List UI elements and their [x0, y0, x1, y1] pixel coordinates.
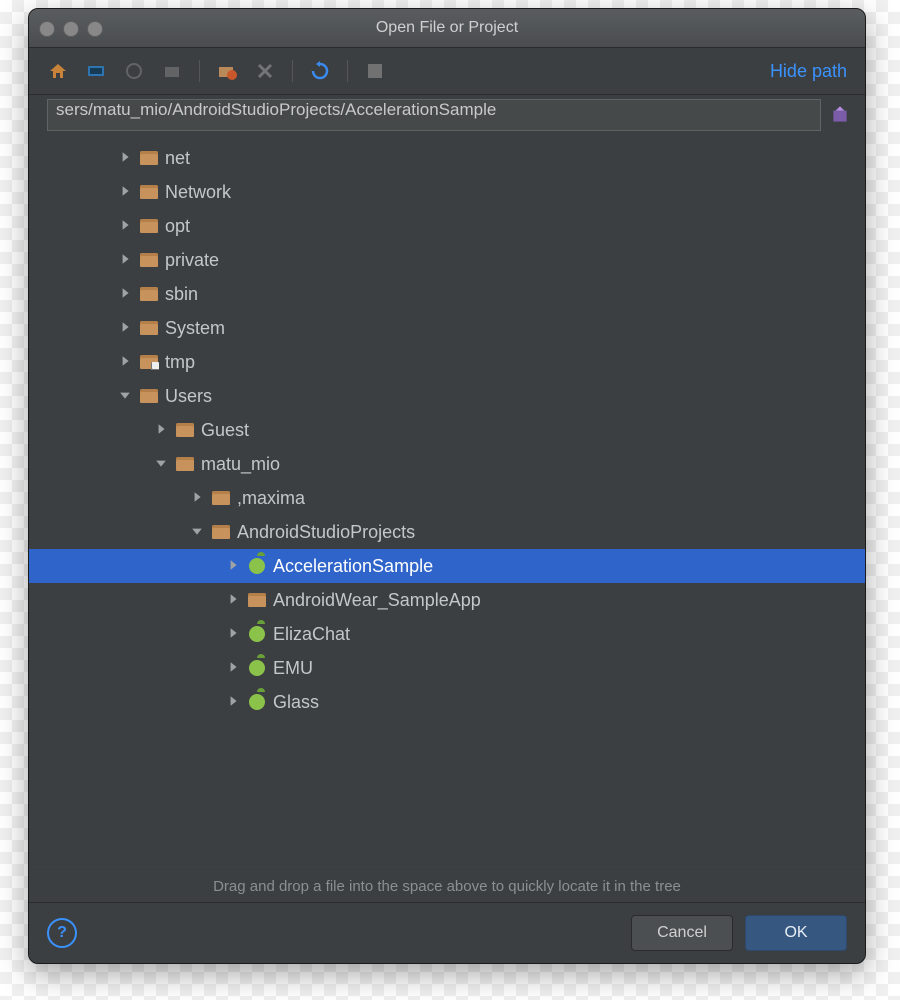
- tree-row[interactable]: Network: [29, 175, 865, 209]
- home-icon[interactable]: [47, 60, 69, 82]
- chevron-right-icon[interactable]: [119, 321, 133, 335]
- tree-row[interactable]: Glass: [29, 685, 865, 719]
- chevron-right-icon[interactable]: [227, 661, 241, 675]
- path-input[interactable]: sers/matu_mio/AndroidStudioProjects/Acce…: [47, 99, 821, 131]
- new-folder-icon[interactable]: [216, 60, 238, 82]
- tree-item-label: EMU: [273, 658, 313, 679]
- folder-icon: [139, 251, 159, 269]
- cancel-button[interactable]: Cancel: [631, 915, 733, 951]
- tree-row[interactable]: private: [29, 243, 865, 277]
- tree-item-label: ,maxima: [237, 488, 305, 509]
- tree-row[interactable]: AndroidStudioProjects: [29, 515, 865, 549]
- tree-row[interactable]: ,maxima: [29, 481, 865, 515]
- tree-row[interactable]: tmp: [29, 345, 865, 379]
- chevron-down-icon[interactable]: [191, 525, 205, 539]
- chevron-right-icon[interactable]: [119, 151, 133, 165]
- separator: [199, 60, 200, 82]
- tree-item-label: opt: [165, 216, 190, 237]
- hint-text: Drag and drop a file into the space abov…: [29, 869, 865, 902]
- tree-item-label: matu_mio: [201, 454, 280, 475]
- folder-icon: [175, 421, 195, 439]
- footer: ? Cancel OK: [29, 902, 865, 963]
- chevron-right-icon[interactable]: [119, 219, 133, 233]
- show-hidden-icon[interactable]: [364, 60, 386, 82]
- android-project-icon: [247, 693, 267, 711]
- folder-icon: [139, 183, 159, 201]
- android-project-icon: [247, 659, 267, 677]
- refresh-icon[interactable]: [309, 60, 331, 82]
- titlebar: Open File or Project: [29, 9, 865, 48]
- folder-icon: [211, 489, 231, 507]
- tree-item-label: tmp: [165, 352, 195, 373]
- tree-item-label: sbin: [165, 284, 198, 305]
- folder-shortcut-icon: [139, 353, 159, 371]
- separator: [292, 60, 293, 82]
- toolbar: Hide path: [29, 48, 865, 95]
- tree-row[interactable]: System: [29, 311, 865, 345]
- file-tree[interactable]: net Network opt private sbin System tmp Users Gu…: [29, 135, 865, 869]
- chevron-right-icon[interactable]: [119, 287, 133, 301]
- tree-item-label: Network: [165, 182, 231, 203]
- tree-item-label: Users: [165, 386, 212, 407]
- folder-icon: [139, 319, 159, 337]
- folder-icon: [247, 591, 267, 609]
- zoom-window-button[interactable]: [87, 21, 103, 37]
- delete-icon[interactable]: [254, 60, 276, 82]
- tree-row[interactable]: AndroidWear_SampleApp: [29, 583, 865, 617]
- hide-path-link[interactable]: Hide path: [770, 61, 847, 82]
- tree-item-label: AccelerationSample: [273, 556, 433, 577]
- tree-item-label: System: [165, 318, 225, 339]
- desktop-icon[interactable]: [85, 60, 107, 82]
- tree-row[interactable]: sbin: [29, 277, 865, 311]
- folder-icon: [139, 217, 159, 235]
- chevron-right-icon[interactable]: [227, 559, 241, 573]
- separator: [347, 60, 348, 82]
- tree-item-label: Glass: [273, 692, 319, 713]
- folder-icon: [139, 285, 159, 303]
- chevron-right-icon[interactable]: [119, 355, 133, 369]
- tree-item-label: AndroidStudioProjects: [237, 522, 415, 543]
- path-bar: sers/matu_mio/AndroidStudioProjects/Acce…: [29, 95, 865, 135]
- chevron-right-icon[interactable]: [119, 185, 133, 199]
- ok-button[interactable]: OK: [745, 915, 847, 951]
- folder-icon: [175, 455, 195, 473]
- tree-item-label: net: [165, 148, 190, 169]
- tree-row[interactable]: AccelerationSample: [29, 549, 865, 583]
- chevron-right-icon[interactable]: [119, 253, 133, 267]
- tree-item-label: AndroidWear_SampleApp: [273, 590, 481, 611]
- tree-item-label: Guest: [201, 420, 249, 441]
- tree-row[interactable]: EMU: [29, 651, 865, 685]
- android-project-icon: [247, 557, 267, 575]
- minimize-window-button[interactable]: [63, 21, 79, 37]
- path-history-dropdown-icon[interactable]: [829, 104, 851, 126]
- chevron-right-icon[interactable]: [227, 695, 241, 709]
- chevron-right-icon[interactable]: [227, 627, 241, 641]
- chevron-down-icon[interactable]: [119, 389, 133, 403]
- chevron-down-icon[interactable]: [155, 457, 169, 471]
- tree-item-label: ElizaChat: [273, 624, 350, 645]
- folder-icon: [211, 523, 231, 541]
- tree-row[interactable]: matu_mio: [29, 447, 865, 481]
- chevron-right-icon[interactable]: [191, 491, 205, 505]
- close-window-button[interactable]: [39, 21, 55, 37]
- tree-row[interactable]: opt: [29, 209, 865, 243]
- tree-row[interactable]: ElizaChat: [29, 617, 865, 651]
- tree-row[interactable]: Guest: [29, 413, 865, 447]
- tree-row[interactable]: Users: [29, 379, 865, 413]
- folder-icon: [139, 387, 159, 405]
- window-controls: [39, 21, 103, 37]
- help-icon[interactable]: ?: [47, 918, 77, 948]
- module-icon[interactable]: [161, 60, 183, 82]
- dialog-window: Open File or Project Hide path: [28, 8, 866, 964]
- tree-row[interactable]: net: [29, 141, 865, 175]
- chevron-right-icon[interactable]: [227, 593, 241, 607]
- chevron-right-icon[interactable]: [155, 423, 169, 437]
- window-title: Open File or Project: [29, 19, 865, 37]
- tree-item-label: private: [165, 250, 219, 271]
- project-icon[interactable]: [123, 60, 145, 82]
- folder-icon: [139, 149, 159, 167]
- android-project-icon: [247, 625, 267, 643]
